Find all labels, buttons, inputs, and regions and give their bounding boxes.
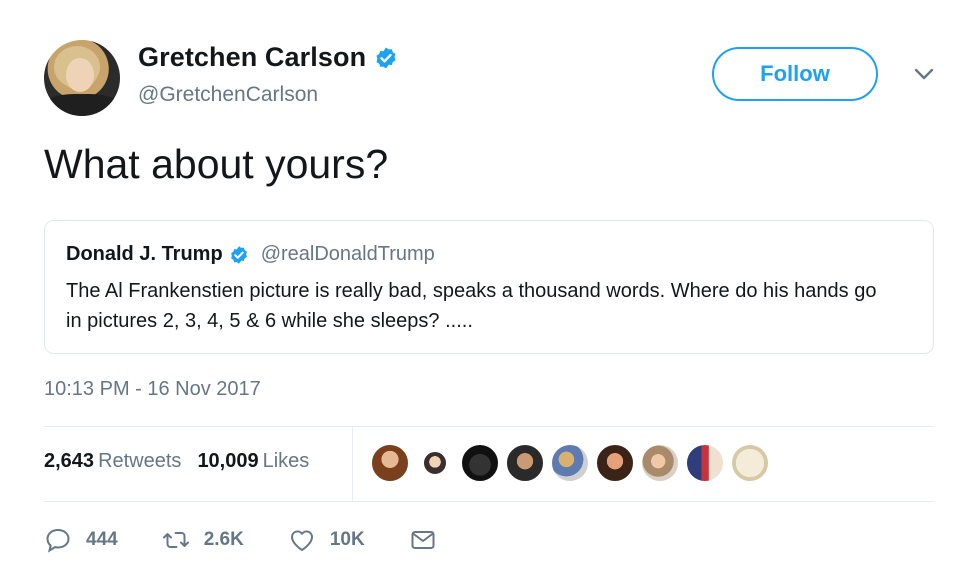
direct-message-button[interactable] bbox=[409, 526, 437, 554]
quoted-tweet-text: The Al Frankenstien picture is really ba… bbox=[66, 280, 877, 332]
author-name[interactable]: Gretchen Carlson bbox=[138, 42, 398, 73]
author-handle[interactable]: @GretchenCarlson bbox=[138, 83, 318, 107]
likes-stat[interactable]: 10,009 Likes bbox=[197, 450, 309, 473]
tweet-actions: 444 2.6K 10K bbox=[44, 524, 481, 556]
liker-avatar[interactable] bbox=[685, 443, 725, 483]
like-icon bbox=[290, 530, 313, 551]
tweet-text: What about yours? bbox=[44, 141, 389, 187]
chevron-down-icon[interactable] bbox=[913, 66, 935, 82]
reply-count: 444 bbox=[86, 529, 118, 550]
retweets-stat[interactable]: 2,643 Retweets bbox=[44, 450, 181, 473]
divider bbox=[352, 427, 353, 501]
message-icon bbox=[411, 531, 435, 549]
likes-count: 10,009 bbox=[197, 450, 259, 472]
liker-avatar[interactable] bbox=[370, 443, 410, 483]
likes-label: Likes bbox=[262, 450, 310, 472]
verified-badge-icon bbox=[376, 47, 396, 68]
follow-button[interactable]: Follow bbox=[712, 47, 878, 101]
author-name-text: Gretchen Carlson bbox=[138, 42, 367, 72]
liker-avatar[interactable] bbox=[422, 450, 448, 476]
liker-avatar[interactable] bbox=[640, 443, 680, 483]
like-button[interactable]: 10K bbox=[288, 526, 365, 554]
retweets-count: 2,643 bbox=[44, 450, 95, 472]
retweet-count: 2.6K bbox=[203, 529, 244, 550]
liker-avatars bbox=[370, 443, 775, 483]
retweet-icon bbox=[162, 532, 189, 548]
quoted-author-name: Donald J. Trump bbox=[66, 243, 223, 265]
liker-avatar[interactable] bbox=[550, 443, 590, 483]
author-avatar[interactable] bbox=[44, 40, 120, 116]
liker-avatar[interactable] bbox=[595, 443, 635, 483]
liker-avatar[interactable] bbox=[505, 443, 545, 483]
retweets-label: Retweets bbox=[98, 450, 182, 472]
liker-avatar[interactable] bbox=[460, 443, 500, 483]
quoted-author[interactable]: Donald J. Trump @realDonaldTrump bbox=[66, 243, 435, 266]
divider bbox=[44, 501, 934, 502]
liker-avatar[interactable] bbox=[730, 443, 770, 483]
retweet-button[interactable]: 2.6K bbox=[162, 526, 244, 554]
reply-button[interactable]: 444 bbox=[44, 526, 118, 554]
verified-badge-icon bbox=[230, 245, 247, 264]
divider bbox=[44, 426, 934, 427]
like-count: 10K bbox=[329, 529, 365, 550]
quoted-author-handle: @realDonaldTrump bbox=[260, 243, 435, 265]
tweet-timestamp[interactable]: 10:13 PM - 16 Nov 2017 bbox=[44, 378, 261, 401]
tweet-stats: 2,643 Retweets 10,009 Likes bbox=[44, 450, 309, 473]
reply-icon bbox=[46, 528, 70, 553]
